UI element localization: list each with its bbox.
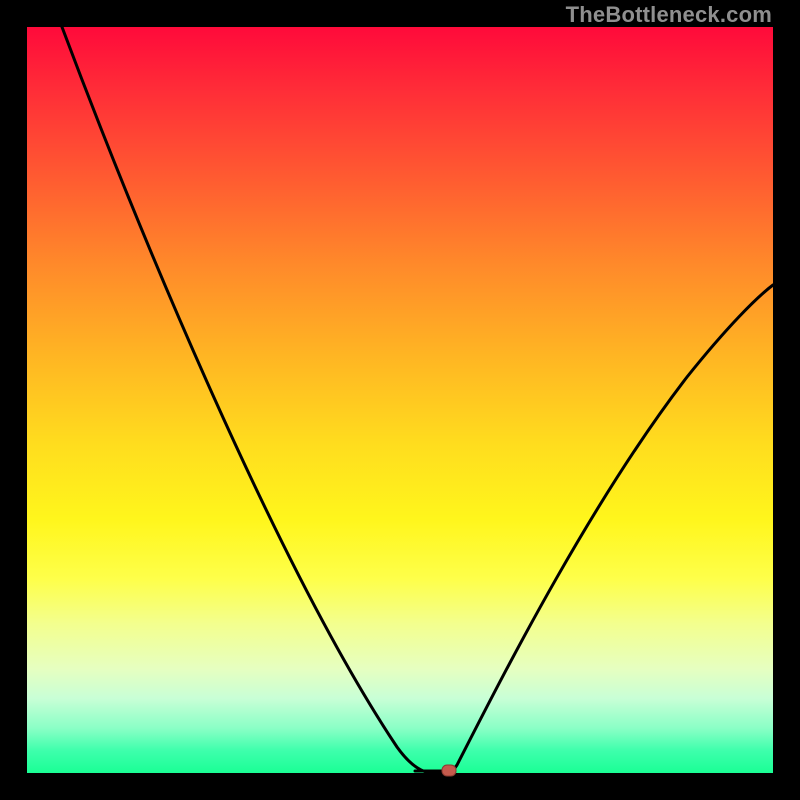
bottleneck-curve (62, 27, 773, 774)
chart-frame: TheBottleneck.com (0, 0, 800, 800)
chart-svg (27, 27, 773, 773)
optimal-point-marker (442, 765, 456, 776)
attribution-text: TheBottleneck.com (566, 2, 772, 28)
